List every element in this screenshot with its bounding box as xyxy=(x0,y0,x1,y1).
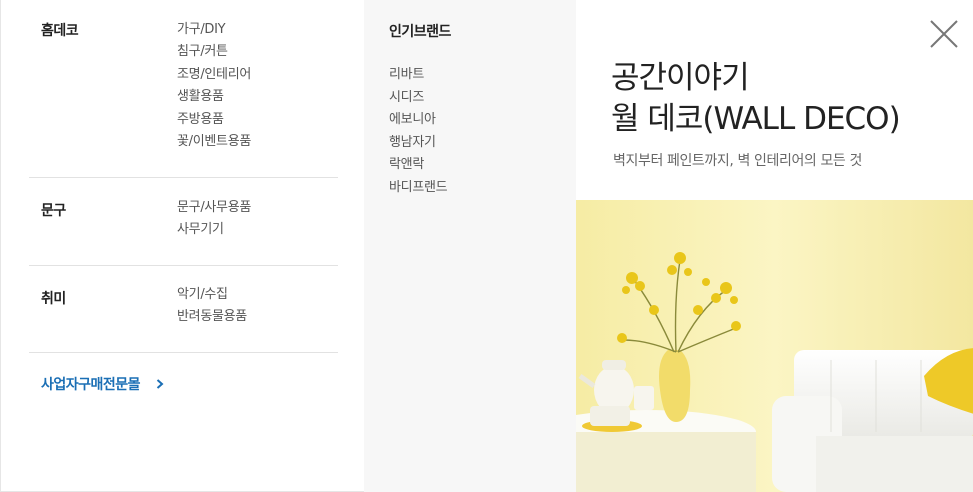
category-group-stationery: 문구 문구/사무용품 사무기기 xyxy=(29,178,338,266)
banner-title-line: 월 데코(WALL DECO) xyxy=(611,101,901,137)
banner-image xyxy=(576,200,973,492)
brand-link[interactable]: 행남자기 xyxy=(389,132,447,155)
category-link[interactable]: 꽃/이벤트용품 xyxy=(177,131,251,153)
brand-link[interactable]: 시디즈 xyxy=(389,87,447,110)
brand-link[interactable]: 에보니아 xyxy=(389,109,447,132)
category-link[interactable]: 반려동물용품 xyxy=(177,306,247,328)
brand-link[interactable]: 바디프랜드 xyxy=(389,177,448,200)
popular-brands-title: 인기브랜드 xyxy=(389,24,451,40)
brand-link[interactable]: 리바트 xyxy=(389,64,447,87)
banner-title: 공간이야기 월 데코(WALL DECO) xyxy=(611,58,901,140)
category-title: 문구 xyxy=(41,203,66,219)
category-column: 홈데코 가구/DIY 침구/커튼 조명/인테리어 생활용품 주방용품 꽃/이벤트… xyxy=(29,0,338,492)
category-link[interactable]: 생활용품 xyxy=(177,86,251,108)
category-link[interactable]: 문구/사무용품 xyxy=(177,197,251,219)
wall-deco-banner[interactable]: 공간이야기 월 데코(WALL DECO) 벽지부터 페인트까지, 벽 인테리어… xyxy=(576,0,973,492)
close-button[interactable] xyxy=(914,4,972,60)
category-group-hobby: 취미 악기/수집 반려동물용품 xyxy=(29,266,338,353)
banner-title-line: 공간이야기 xyxy=(611,60,750,96)
popular-brands-column: 인기브랜드 리바트 시디즈 에보니아 행남자기 락앤락 바디프랜드 xyxy=(364,0,576,492)
category-group-home-deco: 홈데코 가구/DIY 침구/커튼 조명/인테리어 생활용품 주방용품 꽃/이벤트… xyxy=(29,0,338,178)
category-link[interactable]: 악기/수집 xyxy=(177,284,247,306)
brand-list: 리바트 시디즈 에보니아 행남자기 락앤락 바디프랜드 xyxy=(389,64,448,200)
category-links: 악기/수집 반려동물용품 xyxy=(177,284,247,329)
category-link[interactable]: 주방용품 xyxy=(177,109,251,131)
brand-link[interactable]: 락앤락 xyxy=(389,154,447,177)
category-links: 문구/사무용품 사무기기 xyxy=(177,197,251,242)
banner-subtitle: 벽지부터 페인트까지, 벽 인테리어의 모든 것 xyxy=(613,153,862,169)
category-links: 가구/DIY 침구/커튼 조명/인테리어 생활용품 주방용품 꽃/이벤트용품 xyxy=(177,19,251,153)
chevron-right-icon xyxy=(156,377,164,393)
business-mall-label: 사업자구매전문몰 xyxy=(41,377,141,393)
category-dropdown-menu: 홈데코 가구/DIY 침구/커튼 조명/인테리어 생활용품 주방용품 꽃/이벤트… xyxy=(0,0,973,492)
category-title: 홈데코 xyxy=(41,23,79,39)
close-icon xyxy=(930,20,958,48)
category-link[interactable]: 사무기기 xyxy=(177,219,251,241)
category-link[interactable]: 침구/커튼 xyxy=(177,41,251,63)
category-link[interactable]: 가구/DIY xyxy=(177,19,251,41)
business-mall-link[interactable]: 사업자구매전문몰 xyxy=(41,374,164,394)
category-title: 취미 xyxy=(41,291,66,307)
category-link[interactable]: 조명/인테리어 xyxy=(177,64,251,86)
